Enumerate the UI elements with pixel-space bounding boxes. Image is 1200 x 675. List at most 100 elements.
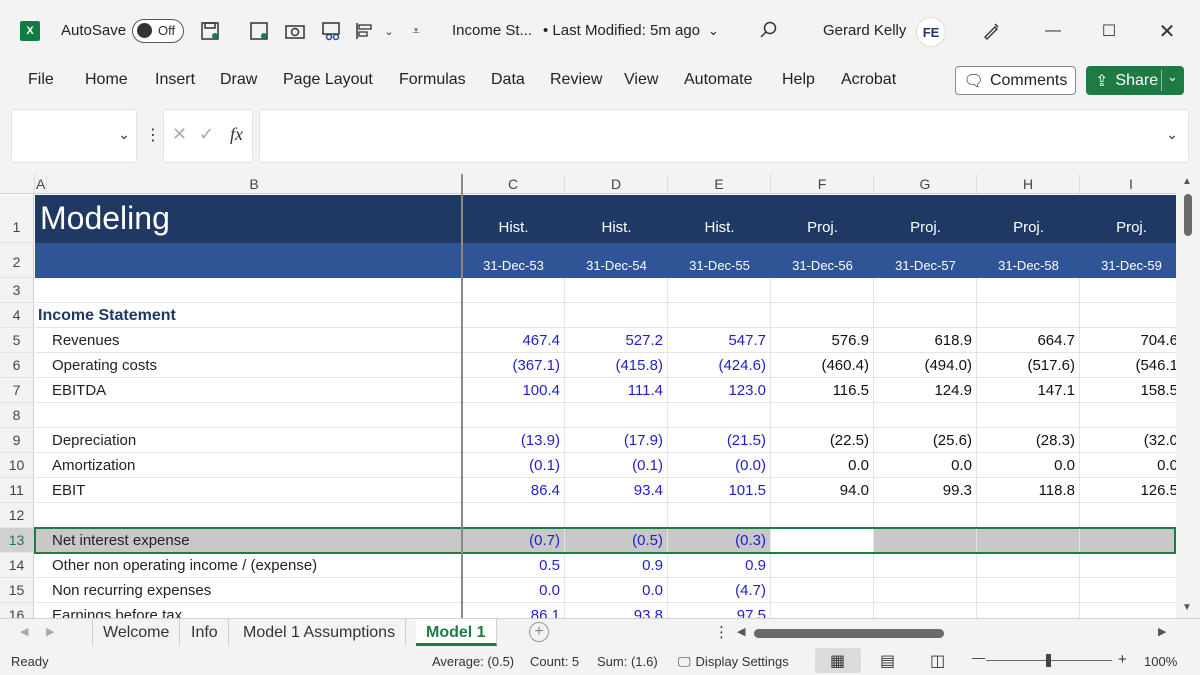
value-cell[interactable] [977,578,1080,603]
line-label[interactable] [35,403,462,428]
menu-file[interactable]: File [28,71,54,89]
value-cell[interactable]: (517.6) [977,353,1080,378]
empty-cell[interactable] [1080,303,1176,328]
row-header[interactable]: 13 [0,528,34,553]
column-header-b[interactable]: B [47,174,462,194]
autosave-toggle[interactable]: Off [132,19,184,43]
value-cell[interactable] [771,553,874,578]
menu-help[interactable]: Help [782,71,815,89]
normal-view-icon[interactable]: ▦ [830,651,845,671]
row-header[interactable]: 11 [0,478,34,503]
value-cell[interactable]: 0.9 [668,553,771,578]
scroll-right-icon[interactable]: ▶ [1158,625,1166,638]
minimize-icon[interactable]: — [1040,18,1066,44]
value-cell[interactable]: 0.9 [565,553,668,578]
value-cell[interactable] [874,403,977,428]
align-icon[interactable] [353,20,375,42]
zoom-level[interactable]: 100% [1144,654,1177,669]
empty-cell[interactable] [35,278,462,303]
row-header[interactable]: 5 [0,328,34,353]
value-cell[interactable]: 576.9 [771,328,874,353]
value-cell[interactable]: 0.0 [977,453,1080,478]
save-icon[interactable] [199,20,221,42]
value-cell[interactable]: (0.0) [668,453,771,478]
row-header[interactable]: 7 [0,378,34,403]
row-header[interactable]: 9 [0,428,34,453]
empty-cell[interactable] [565,303,668,328]
search-icon[interactable] [758,20,778,40]
menu-review[interactable]: Review [550,71,602,89]
value-cell[interactable]: 618.9 [874,328,977,353]
last-modified[interactable]: • Last Modified: 5m ago ⌄ [543,22,719,39]
period-type[interactable]: Proj. [874,219,977,236]
display-settings-button[interactable]: 🖵 Display Settings [678,654,789,670]
value-cell[interactable] [874,553,977,578]
menu-page-layout[interactable]: Page Layout [283,71,373,89]
period-date[interactable]: 31-Dec-58 [977,258,1080,273]
value-cell[interactable]: (17.9) [565,428,668,453]
empty-cell[interactable] [771,278,874,303]
value-cell[interactable]: (415.8) [565,353,668,378]
value-cell[interactable]: (32.0 [1080,428,1176,453]
value-cell[interactable] [1080,603,1176,618]
row-header[interactable]: 2 [0,243,34,278]
tab-info[interactable]: Info [181,619,229,646]
value-cell[interactable]: 93.4 [565,478,668,503]
value-cell[interactable] [771,603,874,618]
row-header[interactable]: 8 [0,403,34,428]
empty-cell[interactable] [462,278,565,303]
value-cell[interactable]: 97.5 [668,603,771,618]
camera-icon[interactable] [284,20,306,42]
print-preview-icon[interactable] [321,20,343,42]
value-cell[interactable] [977,528,1080,553]
value-cell[interactable]: (546.1 [1080,353,1176,378]
column-header-d[interactable]: D [565,174,668,194]
row-header[interactable]: 1 [0,195,34,243]
value-cell[interactable] [1080,403,1176,428]
page-break-view-icon[interactable]: ◫ [930,651,945,671]
period-type[interactable]: Hist. [668,219,771,236]
value-cell[interactable]: (0.5) [565,528,668,553]
period-date[interactable]: 31-Dec-56 [771,258,874,273]
tab-model-1-assumptions[interactable]: Model 1 Assumptions [233,619,407,646]
document-title[interactable]: Income St... [452,22,532,39]
value-cell[interactable] [874,578,977,603]
value-cell[interactable]: 147.1 [977,378,1080,403]
function-icon[interactable]: fx [230,124,243,145]
value-cell[interactable]: (494.0) [874,353,977,378]
value-cell[interactable]: 86.4 [462,478,565,503]
status-count[interactable]: Count: 5 [530,654,579,669]
value-cell[interactable] [874,503,977,528]
value-cell[interactable]: 0.5 [462,553,565,578]
value-cell[interactable]: 99.3 [874,478,977,503]
value-cell[interactable] [874,603,977,618]
share-button[interactable]: ⇪ Share ⌄ [1086,66,1184,95]
column-header-a[interactable]: A [35,174,47,194]
line-label[interactable]: Net interest expense [35,528,462,553]
line-label[interactable]: Non recurring expenses [35,578,462,603]
value-cell[interactable] [977,603,1080,618]
close-icon[interactable]: ✕ [1154,18,1180,44]
value-cell[interactable]: 111.4 [565,378,668,403]
vertical-scrollbar[interactable]: ▲ ▼ [1176,174,1200,618]
value-cell[interactable] [874,528,977,553]
pen-icon[interactable] [978,18,1004,44]
comments-button[interactable]: 🗨 Comments [955,66,1076,95]
value-cell[interactable]: 547.7 [668,328,771,353]
value-cell[interactable]: 94.0 [771,478,874,503]
period-date[interactable]: 31-Dec-53 [462,258,565,273]
empty-cell[interactable] [977,303,1080,328]
value-cell[interactable]: (424.6) [668,353,771,378]
row-header[interactable]: 16 [0,603,34,618]
line-label[interactable]: Other non operating income / (expense) [35,553,462,578]
row-header[interactable]: 12 [0,503,34,528]
value-cell[interactable] [1080,578,1176,603]
scroll-left-icon[interactable]: ◀ [737,625,745,638]
value-cell[interactable]: 101.5 [668,478,771,503]
value-cell[interactable]: 527.2 [565,328,668,353]
line-label[interactable]: Depreciation [35,428,462,453]
value-cell[interactable]: (0.7) [462,528,565,553]
period-type[interactable]: Hist. [462,219,565,236]
expand-formula-bar-icon[interactable]: ⌄ [1166,126,1178,143]
value-cell[interactable]: 100.4 [462,378,565,403]
